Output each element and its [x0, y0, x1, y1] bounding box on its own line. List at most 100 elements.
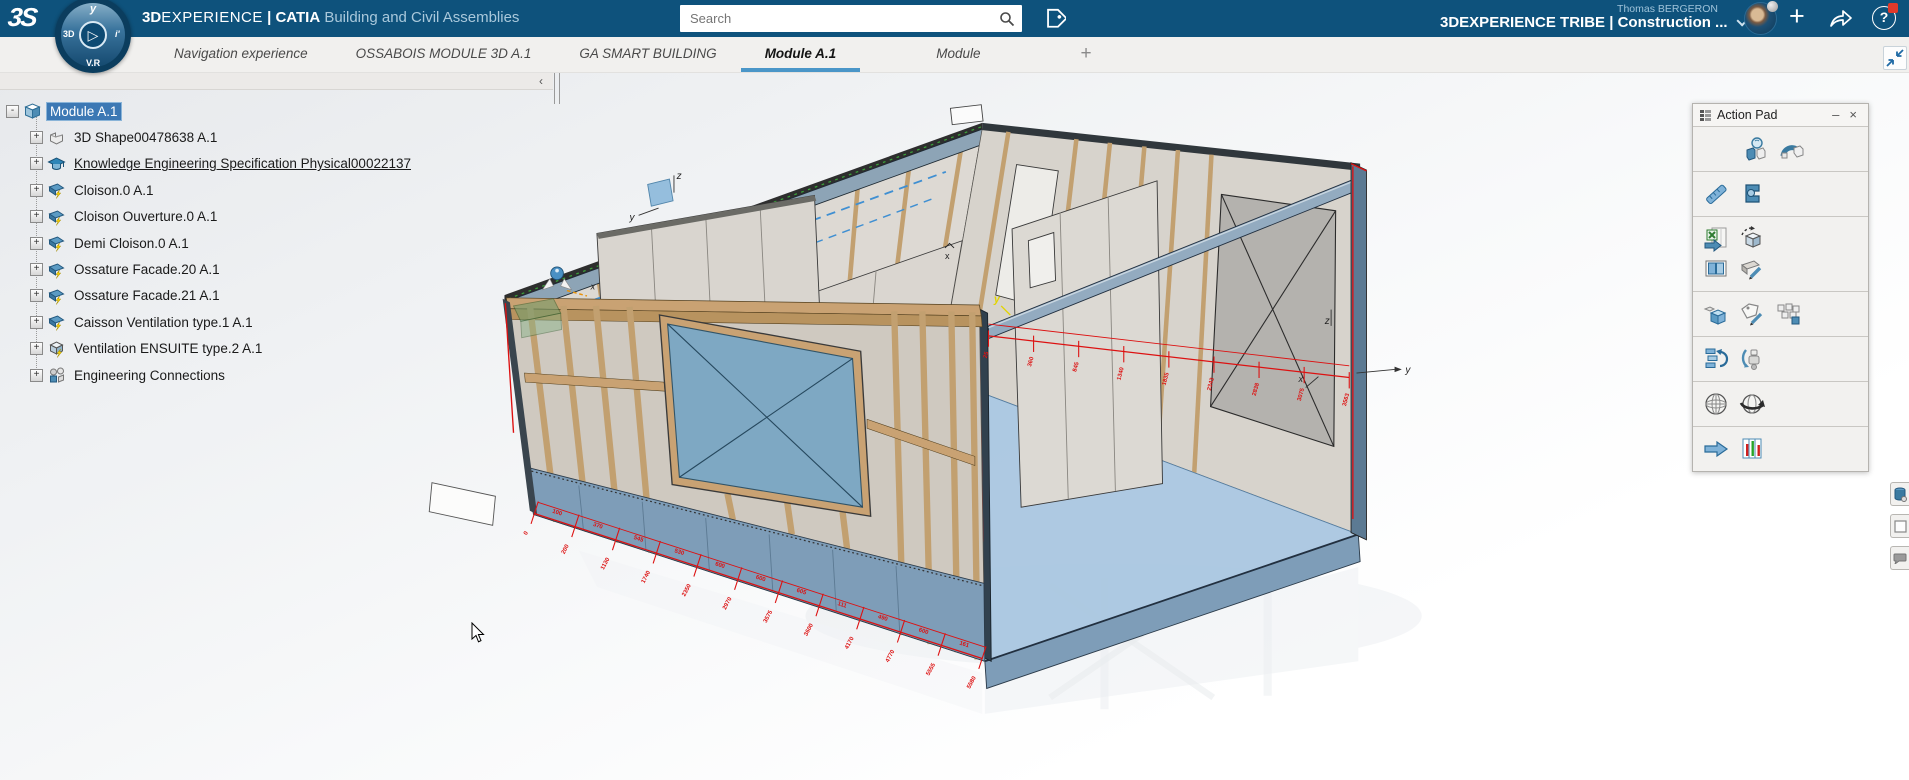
- tag-edit-icon[interactable]: [1737, 300, 1767, 328]
- add-content-button[interactable]: +: [1789, 1, 1805, 32]
- expand-node-icon[interactable]: +: [30, 184, 43, 197]
- brand-3d: 3D: [142, 9, 161, 26]
- expand-node-icon[interactable]: +: [30, 369, 43, 382]
- multi-instance-icon[interactable]: [1773, 300, 1803, 328]
- interior-partition-right[interactable]: [1012, 181, 1162, 507]
- compass-3d-quadrant[interactable]: 3D: [63, 29, 75, 39]
- svg-text:x: x: [590, 282, 596, 292]
- top-bar: 3S 3DEXPERIENCE | CATIA Building and Civ…: [0, 0, 1909, 37]
- tree-item-label[interactable]: Ossature Facade.20 A.1: [71, 261, 223, 278]
- compass-info-quadrant[interactable]: i': [115, 29, 120, 39]
- collapse-tree-icon[interactable]: ‹: [539, 73, 543, 89]
- expand-node-icon[interactable]: +: [30, 237, 43, 250]
- x-caret-marker: x: [945, 251, 950, 261]
- tree-item-label[interactable]: Engineering Connections: [71, 367, 228, 384]
- close-icon[interactable]: ×: [1844, 105, 1862, 125]
- expand-node-icon[interactable]: +: [30, 289, 43, 302]
- tree-item-label[interactable]: Caisson Ventilation type.1 A.1: [71, 314, 256, 331]
- tab-module-a-1[interactable]: Module A.1: [741, 37, 861, 72]
- tree-item-cloison-ouverture-0-a-1[interactable]: + Cloison Ouverture.0 A.1: [2, 204, 414, 230]
- tab-ossabois-module-3d-a-1[interactable]: OSSABOIS MODULE 3D A.1: [332, 37, 556, 72]
- tag-icon[interactable]: [1040, 6, 1066, 32]
- action-pad-group: [1693, 292, 1868, 337]
- yellow-y-marker: y: [993, 293, 1001, 305]
- tree-item-3d-shape00478638-a-1[interactable]: +3D Shape00478638 A.1: [2, 124, 414, 150]
- robot-update-icon[interactable]: [1737, 345, 1767, 373]
- expand-node-icon[interactable]: +: [30, 157, 43, 170]
- action-pad-group: [1693, 127, 1868, 172]
- tree-item-label[interactable]: Ossature Facade.21 A.1: [71, 287, 223, 304]
- tree-item-engineering-connections[interactable]: + Engineering Connections: [2, 362, 414, 388]
- expand-node-icon[interactable]: +: [30, 131, 43, 144]
- svg-text:0: 0: [523, 530, 530, 536]
- tree-item-ossature-facade-20-a-1[interactable]: + Ossature Facade.20 A.1: [2, 256, 414, 282]
- tab-ga-smart-building[interactable]: GA SMART BUILDING: [555, 37, 740, 72]
- compass-top-quadrant[interactable]: y: [90, 3, 96, 15]
- database-side-button[interactable]: [1890, 482, 1909, 506]
- action-pad-group: [1693, 172, 1868, 217]
- avatar[interactable]: [1744, 2, 1777, 35]
- tree-item-knowledge-engineering-specification-phys[interactable]: + Knowledge Engineering Specification Phy…: [2, 151, 414, 177]
- search-icon[interactable]: [999, 11, 1015, 27]
- help-button[interactable]: ?: [1872, 6, 1896, 30]
- tree-item-caisson-ventilation-type-1-a-1[interactable]: + Caisson Ventilation type.1 A.1: [2, 309, 414, 335]
- tree-panel-header: ‹: [0, 73, 553, 90]
- restore-viewport-button[interactable]: [1883, 46, 1907, 70]
- globe-rotate-icon[interactable]: [1737, 390, 1767, 418]
- minimize-icon[interactable]: –: [1827, 105, 1844, 125]
- instance-icon: [47, 287, 66, 305]
- detail-plate: [429, 483, 495, 526]
- magnet-assembly-icon[interactable]: [1777, 135, 1807, 163]
- expand-node-icon[interactable]: +: [30, 316, 43, 329]
- tree-item-label[interactable]: Demi Cloison.0 A.1: [71, 235, 192, 252]
- expand-node-icon[interactable]: +: [30, 210, 43, 223]
- tab-navigation-experience[interactable]: Navigation experience: [150, 37, 332, 72]
- excel-export-icon[interactable]: [1701, 225, 1731, 253]
- partition-window-opening[interactable]: [1028, 233, 1055, 288]
- brand-app: CATIA: [275, 9, 320, 26]
- 3d-viewport[interactable]: 0200113017402350297035753600417047705555…: [0, 73, 1909, 780]
- tree-item-cloison-0-a-1[interactable]: + Cloison.0 A.1: [2, 177, 414, 203]
- compass-widget[interactable]: ▷ y 3D i' V.R: [55, 0, 131, 73]
- cube-arrow-icon[interactable]: [1701, 300, 1731, 328]
- schedule-chart-icon[interactable]: [1737, 435, 1767, 463]
- tree-item-label[interactable]: Module A.1: [47, 103, 121, 120]
- add-tab-button[interactable]: +: [1056, 37, 1115, 72]
- compass-play-button[interactable]: ▷: [79, 21, 107, 49]
- tree-item-label[interactable]: Cloison.0 A.1: [71, 182, 157, 199]
- tree-item-module-a-1[interactable]: - Module A.1: [2, 98, 414, 124]
- expand-node-icon[interactable]: +: [30, 263, 43, 276]
- svg-text:200: 200: [561, 543, 571, 555]
- collapse-node-icon[interactable]: -: [6, 105, 19, 118]
- ruler-icon[interactable]: [1701, 180, 1731, 208]
- tree-item-label[interactable]: Knowledge Engineering Specification Phys…: [71, 155, 414, 172]
- panel-splitter-handle[interactable]: [554, 73, 560, 104]
- tab-module[interactable]: Module: [912, 37, 1004, 72]
- tree-item-label[interactable]: Cloison Ouverture.0 A.1: [71, 208, 220, 225]
- tree-reorder-icon[interactable]: [1701, 345, 1731, 373]
- compass-vr-quadrant[interactable]: V.R: [86, 58, 100, 68]
- arrow-export-icon[interactable]: [1701, 435, 1731, 463]
- tree-item-ventilation-ensuite-type-2-a-1[interactable]: + Ventilation ENSUITE type.2 A.1: [2, 336, 414, 362]
- search-input[interactable]: [680, 5, 1022, 32]
- tenant-selector[interactable]: 3DEXPERIENCE TRIBE | Construction ...: [1440, 14, 1732, 31]
- explore-assembly-icon[interactable]: [1741, 135, 1771, 163]
- notification-badge: [1888, 3, 1898, 13]
- tree-item-demi-cloison-0-a-1[interactable]: + Demi Cloison.0 A.1: [2, 230, 414, 256]
- globe-icon[interactable]: [1701, 390, 1731, 418]
- expand-node-icon[interactable]: +: [30, 342, 43, 355]
- comment-side-button[interactable]: [1890, 546, 1909, 570]
- clamp-icon[interactable]: [1737, 180, 1767, 208]
- share-icon[interactable]: [1828, 7, 1854, 34]
- rotate-cube-icon[interactable]: [1737, 225, 1767, 253]
- action-pad-header[interactable]: Action Pad – ×: [1693, 104, 1868, 127]
- tree-item-label[interactable]: Ventilation ENSUITE type.2 A.1: [71, 340, 265, 357]
- 3ds-logo[interactable]: 3S: [6, 2, 55, 34]
- right-corner-post[interactable]: [1351, 163, 1366, 540]
- tree-item-ossature-facade-21-a-1[interactable]: + Ossature Facade.21 A.1: [2, 283, 414, 309]
- svg-text:z: z: [1324, 316, 1330, 327]
- tree-item-label[interactable]: 3D Shape00478638 A.1: [71, 129, 220, 146]
- double-door-icon[interactable]: [1701, 255, 1731, 283]
- panel-edit-icon[interactable]: [1737, 255, 1767, 283]
- selection-box-side-button[interactable]: [1890, 514, 1909, 538]
